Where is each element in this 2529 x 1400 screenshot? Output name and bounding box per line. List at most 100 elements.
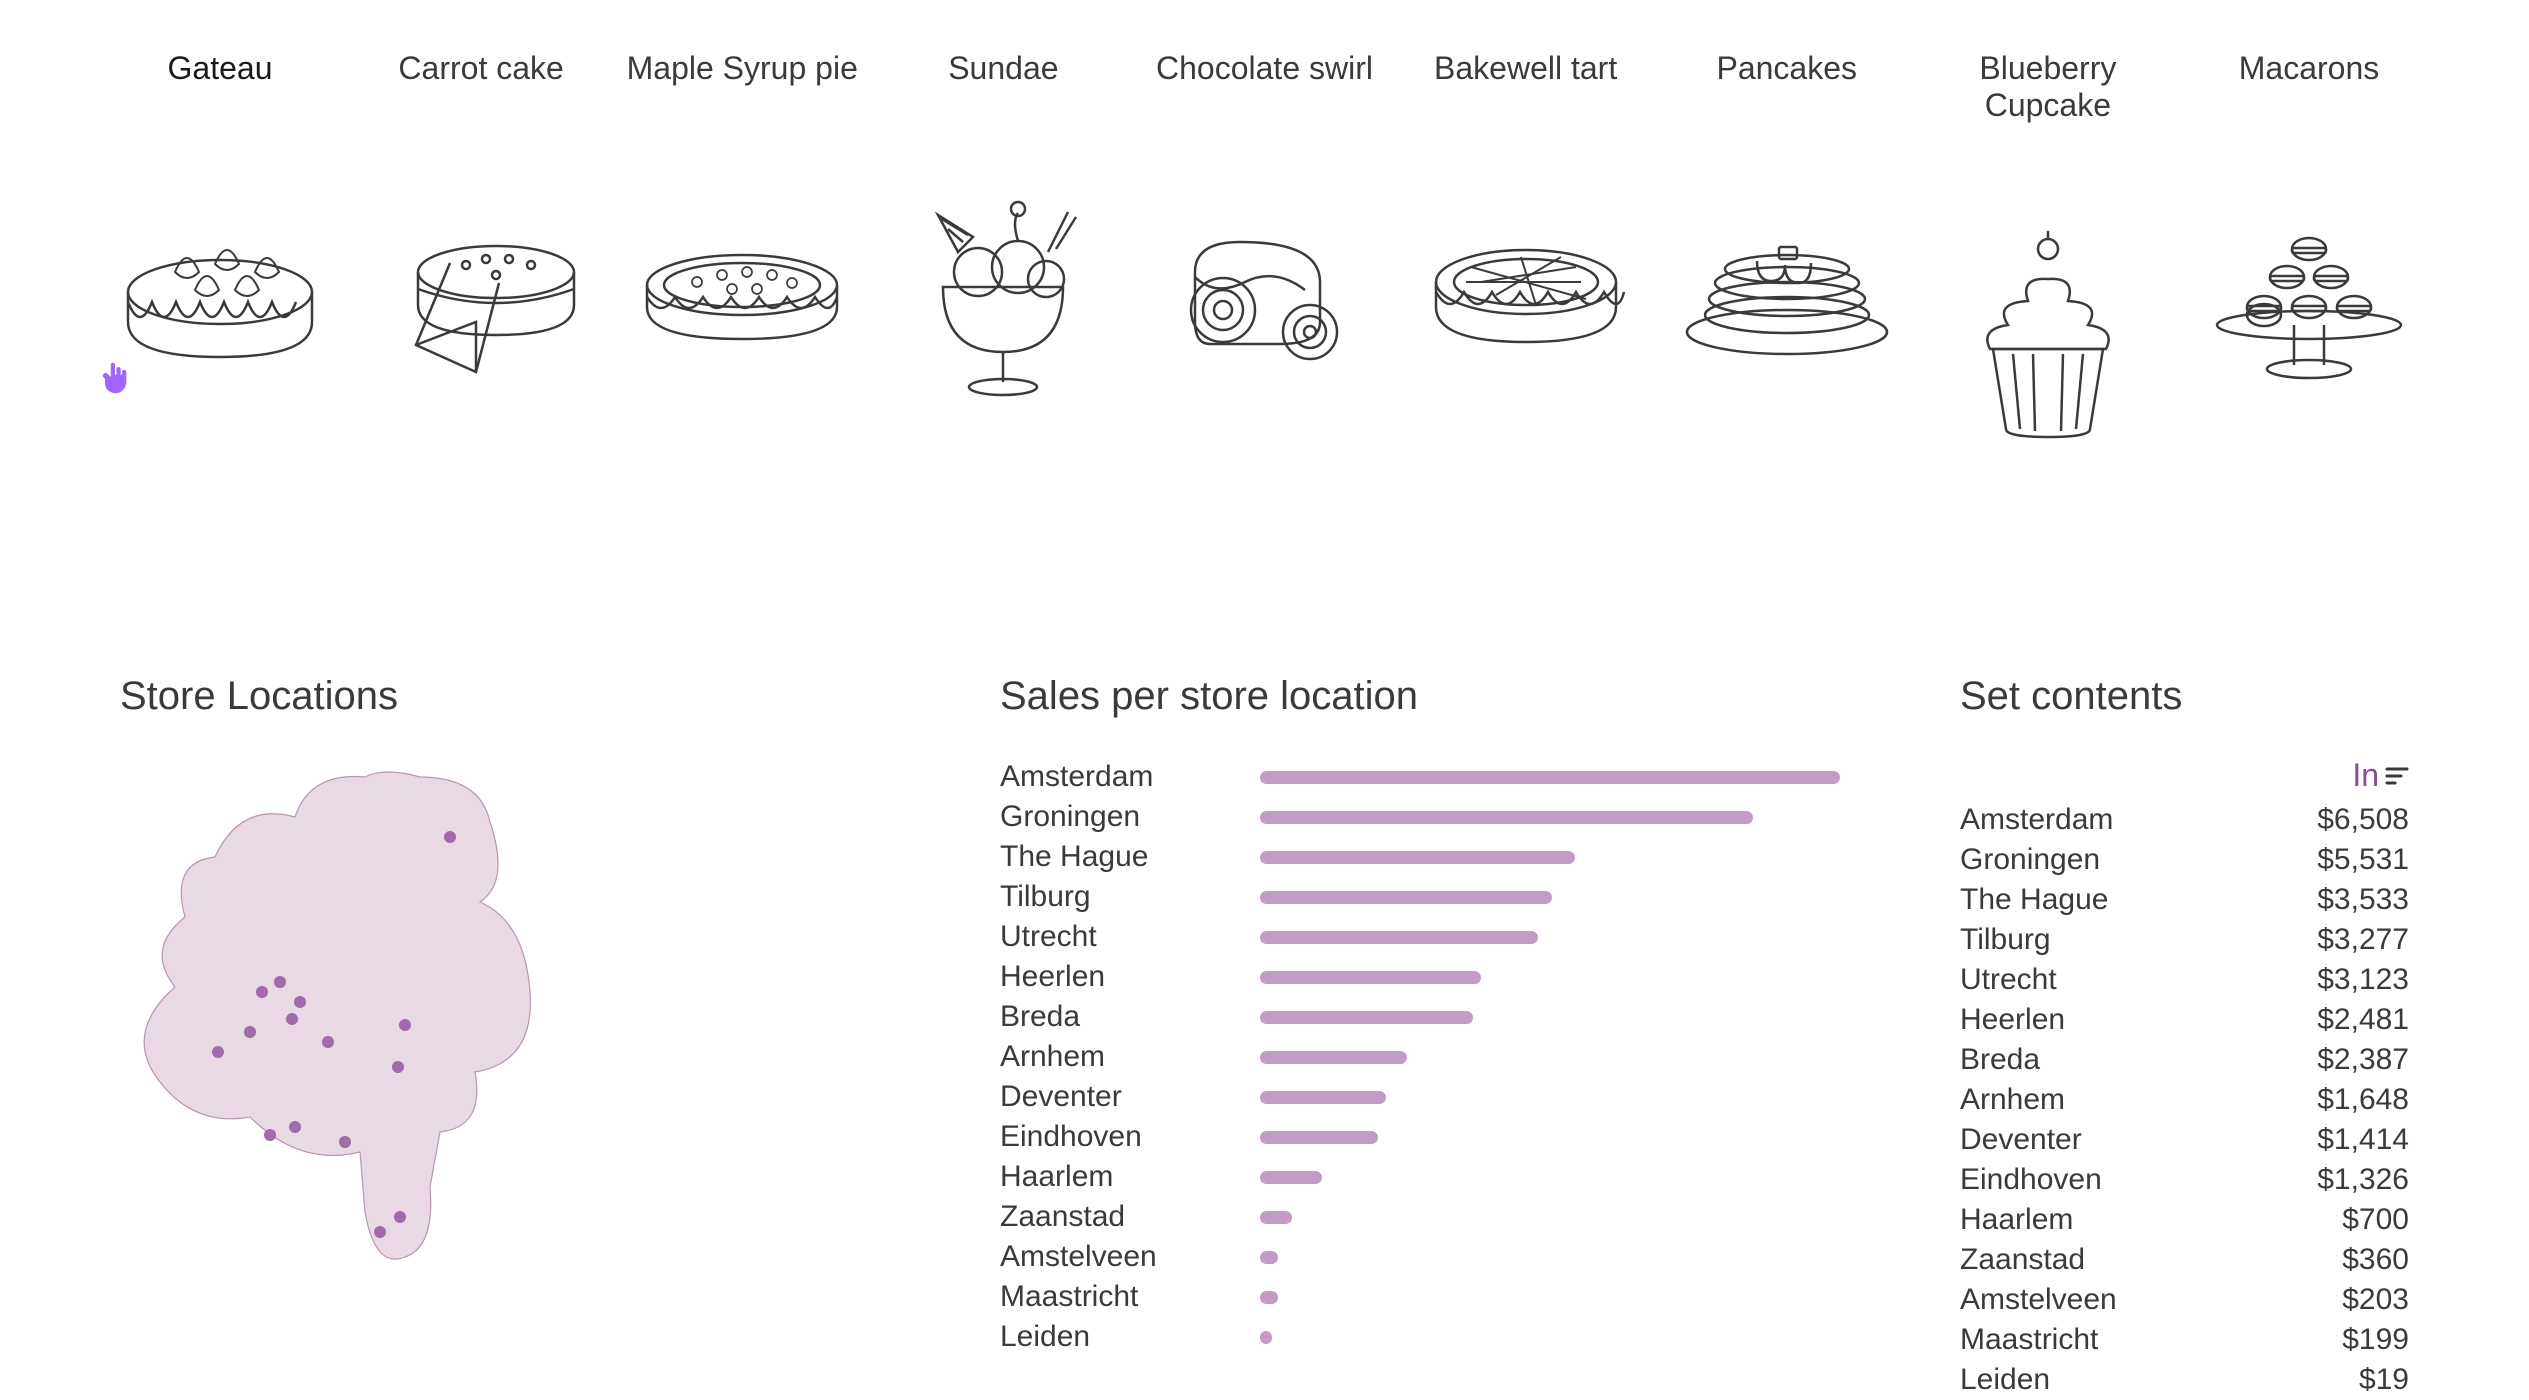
bar-label: Amstelveen	[1000, 1240, 1260, 1274]
map-dot-tilburg[interactable]	[289, 1121, 301, 1133]
set-row[interactable]: Amstelveen$203	[1960, 1280, 2409, 1320]
set-row[interactable]: Maastricht$199	[1960, 1320, 2409, 1360]
set-row-name: Amsterdam	[1960, 803, 2113, 837]
product-blueberry-cupcake[interactable]: Blueberry Cupcake	[1928, 50, 2168, 434]
bar-fill	[1260, 1211, 1292, 1224]
map-dot-the-hague[interactable]	[212, 1046, 224, 1058]
set-row[interactable]: Arnhem$1,648	[1960, 1080, 2409, 1120]
map-dot-deventer[interactable]	[399, 1019, 411, 1031]
map-dot-eindhoven[interactable]	[339, 1136, 351, 1148]
map-dot-heerlen[interactable]	[394, 1211, 406, 1223]
bar-track	[1260, 811, 1840, 824]
bar-row[interactable]: Groningen	[1000, 797, 1840, 837]
product-label: Bakewell tart	[1406, 50, 1646, 87]
bar-row[interactable]: Heerlen	[1000, 957, 1840, 997]
set-row[interactable]: Groningen$5,531	[1960, 840, 2409, 880]
product-gateau[interactable]: Gateau	[100, 50, 340, 434]
set-row-value: $19	[2359, 1363, 2409, 1397]
product-macarons[interactable]: Macarons	[2189, 50, 2429, 434]
set-row-value: $3,123	[2317, 963, 2409, 997]
product-maple-syrup-pie[interactable]: Maple Syrup pie	[622, 50, 862, 434]
bar-fill	[1260, 1251, 1278, 1264]
bar-row[interactable]: Zaanstad	[1000, 1197, 1840, 1237]
product-bakewell-tart[interactable]: Bakewell tart	[1406, 50, 1646, 434]
bar-row[interactable]: Maastricht	[1000, 1277, 1840, 1317]
product-selector: Gateau	[60, 50, 2469, 434]
set-sort-label: In	[2352, 757, 2379, 794]
set-row-value: $2,481	[2317, 1003, 2409, 1037]
panel-sales-chart: Sales per store location AmsterdamGronin…	[1000, 674, 1840, 1400]
set-row-name: Zaanstad	[1960, 1243, 2085, 1277]
map-dot-arnhem[interactable]	[392, 1061, 404, 1073]
bar-fill	[1260, 1171, 1322, 1184]
set-row[interactable]: Leiden$19	[1960, 1360, 2409, 1400]
bar-row[interactable]: Utrecht	[1000, 917, 1840, 957]
store-locations-title: Store Locations	[120, 674, 880, 719]
gateau-icon	[100, 197, 340, 397]
set-row[interactable]: Heerlen $2,481	[1960, 1000, 2409, 1040]
set-row-value: $6,508	[2317, 803, 2409, 837]
set-row[interactable]: Utrecht$3,123	[1960, 960, 2409, 1000]
map-dot-zaanstad[interactable]	[274, 976, 286, 988]
bar-track	[1260, 1091, 1840, 1104]
bar-label: Eindhoven	[1000, 1120, 1260, 1154]
bar-label: Tilburg	[1000, 880, 1260, 914]
map-dot-breda[interactable]	[264, 1129, 276, 1141]
sales-bar-chart[interactable]: AmsterdamGroningenThe HagueTilburgUtrech…	[1000, 757, 1840, 1357]
set-row[interactable]: Zaanstad$360	[1960, 1240, 2409, 1280]
sales-chart-title: Sales per store location	[1000, 674, 1840, 719]
bar-row[interactable]: Haarlem	[1000, 1157, 1840, 1197]
bar-track	[1260, 1331, 1840, 1344]
set-row-name: Heerlen	[1960, 1003, 2065, 1037]
set-row-name: Groningen	[1960, 843, 2100, 877]
set-row-name: Tilburg	[1960, 923, 2051, 957]
map-dot-groningen[interactable]	[444, 831, 456, 843]
bar-label: Arnhem	[1000, 1040, 1260, 1074]
product-label: Gateau	[100, 50, 340, 87]
set-row[interactable]: Haarlem$700	[1960, 1200, 2409, 1240]
bar-row[interactable]: Eindhoven	[1000, 1117, 1840, 1157]
bar-fill	[1260, 771, 1840, 784]
bar-row[interactable]: Arnhem	[1000, 1037, 1840, 1077]
map-dot-haarlem[interactable]	[256, 986, 268, 998]
bar-track	[1260, 891, 1840, 904]
bar-track	[1260, 1171, 1840, 1184]
set-row[interactable]: Amsterdam $6,508	[1960, 800, 2409, 840]
set-row[interactable]: Deventer$1,414	[1960, 1120, 2409, 1160]
bar-row[interactable]: Leiden	[1000, 1317, 1840, 1357]
bar-row[interactable]: Deventer	[1000, 1077, 1840, 1117]
bar-label: Maastricht	[1000, 1280, 1260, 1314]
netherlands-map[interactable]	[120, 757, 560, 1277]
bar-row[interactable]: Amstelveen	[1000, 1237, 1840, 1277]
bar-row[interactable]: Amsterdam	[1000, 757, 1840, 797]
set-row-value: $3,533	[2317, 883, 2409, 917]
bar-row[interactable]: Breda	[1000, 997, 1840, 1037]
set-row-name: Arnhem	[1960, 1083, 2065, 1117]
map-dot-maastricht[interactable]	[374, 1226, 386, 1238]
product-chocolate-swirl[interactable]: Chocolate swirl	[1145, 50, 1385, 434]
set-row-name: Eindhoven	[1960, 1163, 2102, 1197]
bar-track	[1260, 851, 1840, 864]
map-dot-amstelveen[interactable]	[286, 1013, 298, 1025]
set-row[interactable]: Eindhoven$1,326	[1960, 1160, 2409, 1200]
product-pancakes[interactable]: Pancakes	[1667, 50, 1907, 434]
bar-label: Groningen	[1000, 800, 1260, 834]
set-row-value: $199	[2342, 1323, 2409, 1357]
map-dot-utrecht[interactable]	[322, 1036, 334, 1048]
set-contents-table: Amsterdam $6,508Groningen$5,531The Hague $…	[1960, 800, 2409, 1400]
set-row[interactable]: The Hague $3,533	[1960, 880, 2409, 920]
bar-fill	[1260, 811, 1753, 824]
bar-row[interactable]: The Hague	[1000, 837, 1840, 877]
map-dot-leiden[interactable]	[244, 1026, 256, 1038]
set-row[interactable]: Tilburg$3,277	[1960, 920, 2409, 960]
product-carrot-cake[interactable]: Carrot cake	[361, 50, 601, 434]
bar-label: Breda	[1000, 1000, 1260, 1034]
map-dot-amsterdam[interactable]	[294, 996, 306, 1008]
set-row-name: The Hague	[1960, 883, 2108, 917]
set-sort-header[interactable]: In	[1960, 757, 2409, 794]
bar-row[interactable]: Tilburg	[1000, 877, 1840, 917]
product-sundae[interactable]: Sundae	[883, 50, 1123, 434]
set-row[interactable]: Breda$2,387	[1960, 1040, 2409, 1080]
bar-label: Zaanstad	[1000, 1200, 1260, 1234]
set-row-name: Deventer	[1960, 1123, 2082, 1157]
